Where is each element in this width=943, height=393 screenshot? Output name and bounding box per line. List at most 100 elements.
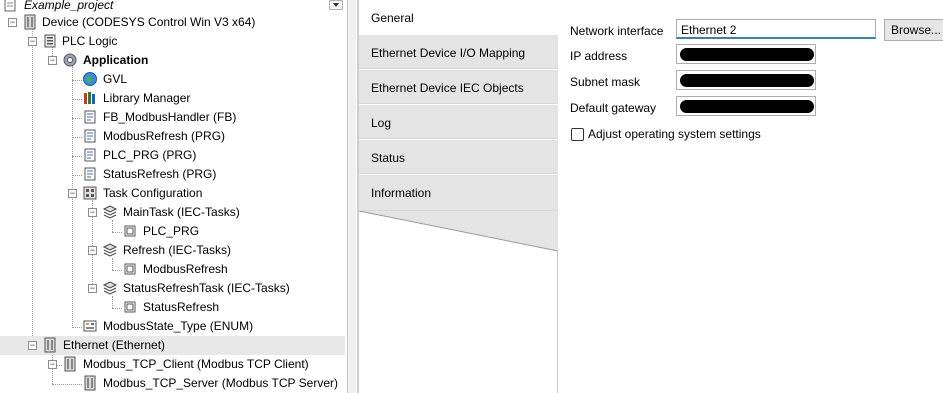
tree-item-label: StatusRefresh — [143, 300, 220, 314]
collapse-toggle[interactable]: − — [88, 284, 97, 293]
tree-item-plc-prg[interactable]: PLC_PRG (PRG) — [0, 146, 345, 165]
tree-item-label: Ethernet (Ethernet) — [63, 338, 166, 352]
tree-item-label: MainTask (IEC-Tasks) — [123, 205, 240, 219]
tree-item-label: PLC_PRG — [143, 224, 200, 238]
pou-icon — [82, 147, 98, 163]
tree-item-statusrefreshtask-statusrefresh[interactable]: StatusRefresh — [0, 298, 345, 317]
tree-item-refresh-task[interactable]: − Refresh (IEC-Tasks) — [0, 241, 345, 260]
network-interface-field[interactable]: Ethernet 2 — [676, 19, 876, 39]
application-gear-icon — [62, 52, 78, 68]
tree-item-label: Modbus_TCP_Server (Modbus TCP Server) — [103, 376, 338, 390]
device-tree[interactable]: Example_project − Device (CODESYS Contro… — [0, 0, 347, 393]
tree-item-maintask-plc-prg[interactable]: PLC_PRG — [0, 222, 345, 241]
browse-button[interactable]: Browse... — [884, 19, 943, 41]
pou-icon — [82, 109, 98, 125]
collapse-toggle[interactable]: − — [8, 18, 17, 27]
task-configuration-icon — [82, 185, 98, 201]
general-settings-panel: Network interface Ethernet 2 Browse... I… — [558, 0, 943, 393]
tree-item-label: Modbus_TCP_Client (Modbus TCP Client) — [83, 357, 309, 371]
default-gateway-field[interactable] — [676, 96, 816, 116]
redaction-mark — [680, 48, 814, 61]
tree-item-gvl[interactable]: GVL — [0, 70, 345, 89]
tree-item-library-manager[interactable]: Library Manager — [0, 89, 345, 108]
tab-label: Log — [371, 116, 392, 130]
tab-label: Ethernet Device I/O Mapping — [371, 46, 526, 60]
tree-item-label: GVL — [103, 72, 128, 86]
collapse-toggle[interactable]: − — [28, 341, 37, 350]
tree-item-application[interactable]: − Application — [0, 51, 345, 70]
pou-icon — [82, 166, 98, 182]
adjust-os-settings-checkbox[interactable] — [571, 128, 584, 141]
tree-scrollbar[interactable] — [347, 0, 356, 393]
tree-item-modbus-tcp-client[interactable]: − Modbus_TCP_Client (Modbus TCP Client) — [0, 355, 345, 374]
tab-label: General — [371, 11, 414, 25]
tree-item-label: ModbusRefresh (PRG) — [103, 129, 226, 143]
library-manager-icon — [82, 90, 98, 106]
tree-item-statusrefreshtask[interactable]: − StatusRefreshTask (IEC-Tasks) — [0, 279, 345, 298]
program-call-icon — [122, 299, 138, 315]
tree-item-fb-modbushandler[interactable]: FB_ModbusHandler (FB) — [0, 108, 345, 127]
task-icon — [102, 280, 118, 296]
tree-item-modbus-tcp-server[interactable]: Modbus_TCP_Server (Modbus TCP Server) — [0, 374, 345, 393]
subnet-mask-field[interactable] — [676, 70, 816, 90]
tree-item-label: Device (CODESYS Control Win V3 x64) — [42, 15, 256, 29]
collapse-toggle[interactable]: − — [68, 189, 77, 198]
tab-label: Status — [371, 151, 406, 165]
device-icon — [82, 375, 98, 391]
tree-item-label: PLC_PRG (PRG) — [103, 148, 197, 162]
tab-general[interactable]: General — [359, 0, 558, 36]
tree-item-ethernet[interactable]: − Ethernet (Ethernet) — [0, 336, 345, 355]
ip-address-label: IP address — [570, 49, 628, 63]
tree-item-maintask[interactable]: − MainTask (IEC-Tasks) — [0, 203, 345, 222]
project-icon — [2, 0, 18, 13]
device-icon — [62, 356, 78, 372]
tree-item-label: FB_ModbusHandler (FB) — [103, 110, 237, 124]
collapse-toggle[interactable]: − — [48, 360, 57, 369]
tree-item-label: Task Configuration — [103, 186, 203, 200]
tab-status[interactable]: Status — [359, 140, 558, 174]
tree-item-plc-logic[interactable]: − PLC Logic — [0, 32, 345, 51]
device-editor-tabs: General Ethernet Device I/O Mapping Ethe… — [357, 0, 558, 393]
tree-item-label: Example_project — [24, 0, 114, 12]
gvl-globe-icon — [82, 71, 98, 87]
network-interface-label: Network interface — [570, 24, 664, 38]
tab-label: Ethernet Device IEC Objects — [371, 81, 524, 95]
tab-log[interactable]: Log — [359, 105, 558, 139]
collapse-toggle[interactable]: − — [28, 37, 37, 46]
tab-label: Information — [371, 186, 432, 200]
tree-item-label: Application — [83, 53, 149, 67]
tab-information[interactable]: Information — [359, 175, 558, 211]
tree-item-label: ModbusRefresh — [143, 262, 228, 276]
tree-item-label: PLC Logic — [62, 34, 118, 48]
collapse-toggle[interactable]: − — [88, 208, 97, 217]
ip-address-field[interactable] — [676, 44, 816, 64]
program-call-icon — [122, 261, 138, 277]
tree-item-modbusrefresh-prg[interactable]: ModbusRefresh (PRG) — [0, 127, 345, 146]
tree-item-task-configuration[interactable]: − Task Configuration — [0, 184, 345, 203]
device-icon — [22, 14, 38, 30]
subnet-mask-label: Subnet mask — [570, 75, 641, 89]
tree-item-modbusstate-type[interactable]: ModbusState_Type (ENUM) — [0, 317, 345, 336]
tree-item-label: ModbusState_Type (ENUM) — [103, 319, 254, 333]
tree-item-label: StatusRefresh (PRG) — [103, 167, 217, 181]
tree-item-label: Library Manager — [103, 91, 191, 105]
program-call-icon — [122, 223, 138, 239]
dut-enum-icon — [82, 318, 98, 334]
plc-logic-icon — [42, 33, 58, 49]
collapse-toggle[interactable]: − — [48, 56, 57, 65]
tree-item-device[interactable]: − Device (CODESYS Control Win V3 x64) — [0, 13, 345, 32]
task-icon — [102, 242, 118, 258]
tab-area-background — [359, 211, 558, 393]
tab-ethernet-device-iec-objects[interactable]: Ethernet Device IEC Objects — [359, 70, 558, 104]
adjust-os-settings-label: Adjust operating system settings — [588, 127, 761, 141]
collapse-toggle[interactable]: − — [88, 246, 97, 255]
tab-ethernet-device-io-mapping[interactable]: Ethernet Device I/O Mapping — [359, 35, 558, 69]
task-icon — [102, 204, 118, 220]
redaction-mark — [680, 74, 814, 87]
tree-item-statusrefresh-prg[interactable]: StatusRefresh (PRG) — [0, 165, 345, 184]
tree-item-refresh-modbusrefresh[interactable]: ModbusRefresh — [0, 260, 345, 279]
default-gateway-label: Default gateway — [570, 101, 657, 115]
tree-item-label: Refresh (IEC-Tasks) — [123, 243, 232, 257]
tree-scroll-up-button[interactable] — [329, 0, 343, 10]
tree-item-label: StatusRefreshTask (IEC-Tasks) — [123, 281, 290, 295]
